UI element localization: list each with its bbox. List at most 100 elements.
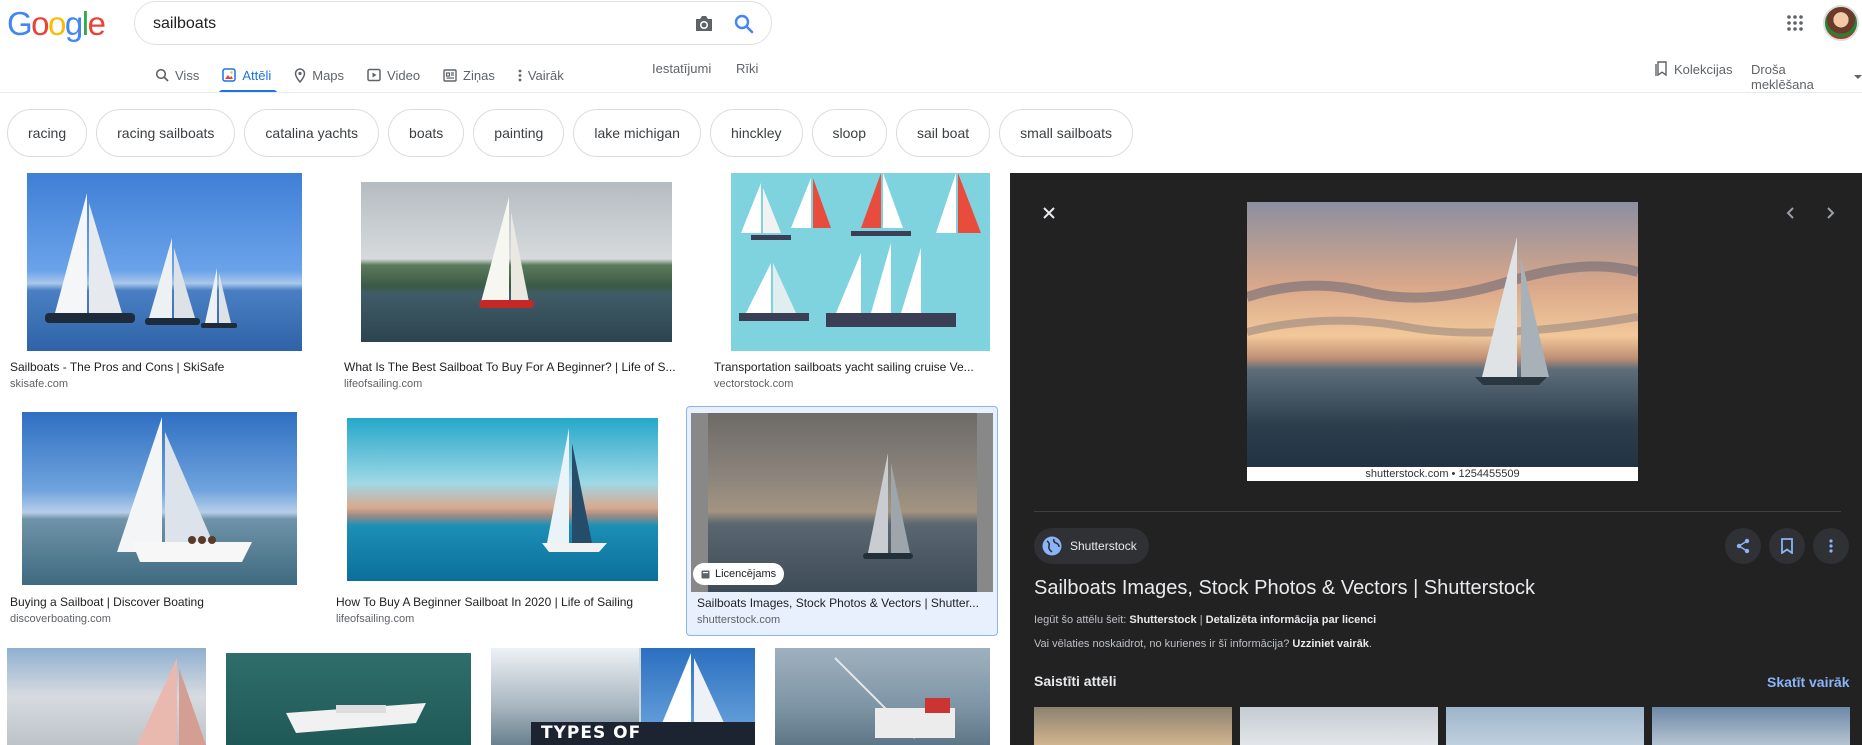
license-line: Iegūt šo attēlu šeit: Shutterstock | Det… (1034, 614, 1377, 626)
tab-maps[interactable]: Maps (291, 58, 354, 92)
tab-label: Attēli (242, 67, 272, 83)
result-thumbnail[interactable] (347, 418, 658, 581)
result-source[interactable]: vectorstock.com (714, 378, 793, 390)
result-title[interactable]: Buying a Sailboat | Discover Boating (10, 595, 305, 609)
chip[interactable]: sloop (811, 109, 887, 157)
license-badge-label: Licencējams (715, 568, 777, 580)
chip[interactable]: racing (7, 109, 88, 157)
tab-video[interactable]: Video (364, 58, 430, 92)
tab-more[interactable]: Vairāk (515, 58, 574, 92)
share-button[interactable] (1725, 528, 1761, 564)
source-chip[interactable]: Shutterstock (1034, 528, 1149, 564)
image-result[interactable]: Sailboats - The Pros and Cons | SkiSafe … (7, 173, 320, 393)
license-source-link[interactable]: Shutterstock (1129, 614, 1196, 626)
result-title[interactable]: What Is The Best Sailboat To Buy For A B… (344, 360, 684, 374)
related-images-heading: Saistīti attēli (1034, 673, 1117, 689)
apps-grid-icon[interactable] (1786, 14, 1804, 32)
google-logo[interactable]: Google (7, 5, 106, 43)
chip[interactable]: small sailboats (999, 109, 1133, 157)
chip[interactable]: catalina yachts (244, 109, 380, 157)
share-icon (1736, 538, 1750, 554)
image-watermark: shutterstock.com • 1254455509 (1247, 467, 1638, 481)
overlay-banner: TYPES OF SAILBOATS (531, 722, 755, 745)
chevron-left-icon[interactable] (1780, 203, 1800, 223)
result-source[interactable]: shutterstock.com (697, 614, 780, 626)
result-thumbnail[interactable] (775, 648, 990, 745)
header-divider (0, 92, 1862, 93)
camera-icon[interactable] (693, 14, 715, 34)
related-thumbnail[interactable] (1034, 707, 1232, 745)
search-box[interactable] (134, 1, 772, 45)
related-search-chips: racing racing sailboats catalina yachts … (7, 109, 1133, 157)
image-icon (222, 68, 237, 82)
preview-image[interactable]: shutterstock.com • 1254455509 (1245, 202, 1640, 481)
chip[interactable]: lake michigan (573, 109, 701, 157)
search-input[interactable] (153, 12, 673, 36)
chip[interactable]: boats (388, 109, 465, 157)
tab-label: Ziņas (463, 67, 495, 83)
tab-label: Video (387, 67, 421, 83)
result-source[interactable]: discoverboating.com (10, 613, 111, 625)
chip[interactable]: hinckley (709, 109, 803, 157)
tab-news[interactable]: Ziņas (440, 58, 505, 92)
news-icon (443, 68, 457, 82)
preview-title[interactable]: Sailboats Images, Stock Photos & Vectors… (1034, 577, 1535, 600)
related-thumbnail[interactable] (1446, 707, 1644, 745)
tab-label: Viss (175, 67, 200, 83)
see-more-link[interactable]: Skatīt vairāk (1767, 674, 1850, 690)
result-thumbnail[interactable] (361, 182, 672, 342)
result-title[interactable]: Transportation sailboats yacht sailing c… (714, 360, 1000, 374)
source-name: Shutterstock (1070, 539, 1137, 553)
tab-all[interactable]: Viss (152, 58, 209, 92)
collections-label: Kolekcijas (1674, 61, 1733, 77)
chip[interactable]: sail boat (896, 109, 991, 157)
globe-icon (1042, 536, 1062, 556)
search-icon (155, 68, 169, 82)
related-thumbnail[interactable] (1240, 707, 1438, 745)
license-badge[interactable]: Licencējams (693, 563, 785, 585)
result-source[interactable]: lifeofsailing.com (336, 613, 414, 625)
image-result-selected[interactable]: Licencējams Sailboats Images, Stock Phot… (686, 406, 998, 636)
license-details-link[interactable]: Detalizēta informācija par licenci (1206, 614, 1377, 626)
result-thumbnail[interactable] (226, 653, 471, 745)
result-source[interactable]: skisafe.com (10, 378, 68, 390)
related-thumbnail[interactable] (1652, 707, 1850, 745)
preview-panel: shutterstock.com • 1254455509 Shuttersto… (1010, 173, 1862, 745)
tab-images[interactable]: Attēli (219, 58, 281, 93)
chevron-right-icon[interactable] (1820, 203, 1840, 223)
bookmark-icon (1654, 61, 1668, 77)
result-title[interactable]: Sailboats - The Pros and Cons | SkiSafe (10, 360, 315, 374)
tab-label: Vairāk (527, 67, 564, 83)
more-vert-icon (518, 69, 522, 82)
chip[interactable]: painting (473, 109, 565, 157)
avatar[interactable] (1823, 5, 1859, 41)
image-result[interactable]: Buying a Sailboat | Discover Boating dis… (7, 410, 310, 630)
panel-divider (1034, 511, 1841, 512)
result-thumbnail[interactable] (731, 173, 990, 351)
result-thumbnail[interactable] (22, 412, 297, 585)
chip[interactable]: racing sailboats (96, 109, 236, 157)
settings-link[interactable]: Iestatījumi (652, 61, 711, 76)
more-options-button[interactable] (1813, 528, 1849, 564)
map-pin-icon (294, 67, 306, 83)
safe-search-dropdown[interactable]: Droša meklēšana (1751, 62, 1862, 92)
result-thumbnail[interactable] (7, 648, 206, 745)
result-thumbnail[interactable]: Licencējams (691, 413, 993, 592)
search-tabs: Viss Attēli Maps Video Ziņas Vairāk (152, 58, 584, 93)
caret-down-icon (1854, 74, 1862, 80)
search-icon[interactable] (733, 13, 755, 35)
image-result[interactable]: How To Buy A Beginner Sailboat In 2020 |… (333, 410, 671, 630)
result-source[interactable]: lifeofsailing.com (344, 378, 422, 390)
image-result[interactable]: What Is The Best Sailboat To Buy For A B… (341, 173, 691, 393)
bookmark-icon (1781, 538, 1793, 554)
result-title[interactable]: How To Buy A Beginner Sailboat In 2020 |… (336, 595, 666, 609)
save-button[interactable] (1769, 528, 1805, 564)
image-result[interactable]: Transportation sailboats yacht sailing c… (711, 173, 1003, 393)
close-icon[interactable] (1039, 203, 1059, 223)
result-thumbnail[interactable]: TYPES OF SAILBOATS (491, 648, 755, 745)
result-thumbnail[interactable] (27, 173, 302, 351)
learn-more-link[interactable]: Uzziniet vairāk (1292, 638, 1368, 650)
collections-button[interactable]: Kolekcijas (1654, 61, 1733, 77)
result-title[interactable]: Sailboats Images, Stock Photos & Vectors… (697, 596, 992, 610)
tools-link[interactable]: Rīki (736, 61, 758, 76)
